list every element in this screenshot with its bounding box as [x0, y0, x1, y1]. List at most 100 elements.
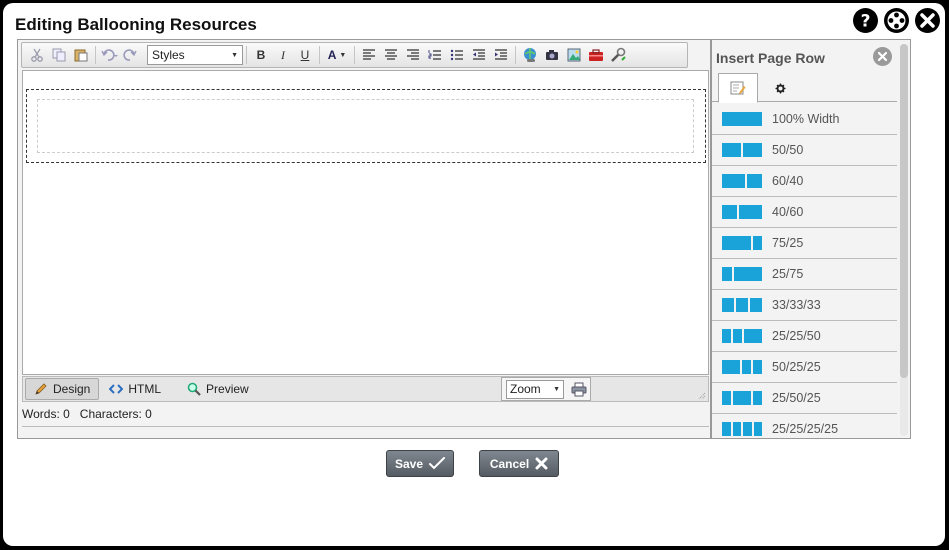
save-button-label: Save [394, 456, 424, 471]
row-layout-item[interactable]: 60/40 [712, 166, 897, 197]
row-layout-label: 60/40 [772, 174, 804, 188]
toolbar-separator [95, 46, 96, 64]
panel-scrollbar[interactable] [900, 44, 908, 436]
row-layout-item[interactable]: 50/50 [712, 135, 897, 166]
toolbar-separator [354, 46, 355, 64]
row-layout-item[interactable]: 25/75 [712, 259, 897, 290]
zoom-dropdown[interactable]: Zoom ▼ [506, 379, 564, 399]
font-color-button[interactable]: A ▼ [323, 45, 351, 65]
tab-html[interactable]: HTML [101, 378, 169, 400]
scrollbar-thumb[interactable] [900, 44, 908, 378]
indent-icon[interactable] [490, 45, 512, 65]
word-count: Words: 0 [22, 407, 70, 421]
styles-dropdown-value: Styles [152, 48, 185, 62]
toolbar-separator [246, 46, 247, 64]
panel-title: Insert Page Row [716, 50, 825, 66]
font-color-label: A [327, 48, 337, 62]
chevron-down-icon: ▼ [553, 385, 560, 393]
row-layout-item[interactable]: 100% Width [712, 104, 897, 135]
print-icon[interactable] [568, 379, 590, 399]
align-center-icon[interactable] [380, 45, 402, 65]
insert-page-row-panel: Insert Page Row 100% Width 50/50 60/40 40/6… [711, 39, 911, 439]
rich-text-editor: Styles ▼ B I U A ▼ Design HTML Preview Z… [17, 39, 711, 439]
layout-preview-icon [722, 174, 762, 188]
tab-design-label: Design [53, 382, 91, 396]
insert-image-icon[interactable] [563, 45, 585, 65]
editor-toolbar: Styles ▼ B I U A ▼ [21, 42, 688, 68]
row-layout-label: 40/60 [772, 205, 804, 219]
pencil-icon [35, 383, 47, 395]
dialog-title: Editing Ballooning Resources [15, 15, 257, 34]
cancel-button[interactable]: Cancel [479, 450, 559, 477]
editor-mode-bar: Design HTML Preview Zoom ▼ [22, 376, 709, 402]
layout-preview-icon [722, 143, 762, 157]
row-layout-label: 75/25 [772, 236, 804, 250]
camera-icon[interactable] [541, 45, 563, 65]
toolbox-icon[interactable] [585, 45, 607, 65]
panel-close-icon[interactable] [873, 47, 892, 66]
copy-icon[interactable] [48, 45, 70, 65]
row-layout-item[interactable]: 40/60 [712, 197, 897, 228]
row-layout-item[interactable]: 25/25/25/25 [712, 414, 897, 438]
row-layout-item[interactable]: 50/25/25 [712, 352, 897, 383]
row-layout-list: 100% Width 50/50 60/40 40/60 75/25 25/75 33/33… [712, 104, 897, 438]
layout-preview-icon [722, 205, 762, 219]
align-right-icon[interactable] [402, 45, 424, 65]
gear-icon [775, 83, 785, 93]
row-layout-label: 25/50/25 [772, 391, 821, 405]
row-layout-label: 25/25/50 [772, 329, 821, 343]
row-layout-label: 25/25/25/25 [772, 422, 839, 436]
layout-preview-icon [722, 329, 762, 343]
layout-preview-icon [722, 267, 762, 281]
ordered-list-icon[interactable] [424, 45, 446, 65]
status-divider [22, 426, 709, 427]
row-layout-item[interactable]: 75/25 [712, 228, 897, 259]
italic-button[interactable]: I [272, 45, 294, 65]
layout-preview-icon [722, 391, 762, 405]
layout-preview-icon [722, 422, 762, 436]
paste-icon[interactable] [70, 45, 92, 65]
row-layout-label: 100% Width [772, 112, 840, 126]
svg-text:?: ? [861, 12, 871, 32]
tab-preview[interactable]: Preview [179, 378, 257, 400]
row-layout-item[interactable]: 25/25/50 [712, 321, 897, 352]
tools-icon[interactable] [607, 45, 629, 65]
resize-grip-icon[interactable] [696, 389, 706, 400]
page-row-cell[interactable] [37, 99, 694, 153]
tab-layouts[interactable] [718, 73, 758, 103]
close-icon[interactable] [915, 8, 940, 33]
styles-dropdown[interactable]: Styles ▼ [147, 45, 243, 65]
row-layout-label: 50/50 [772, 143, 804, 157]
cancel-button-label: Cancel [489, 456, 530, 471]
save-button[interactable]: Save [386, 450, 454, 477]
undo-icon[interactable] [99, 45, 121, 65]
row-layout-item[interactable]: 25/50/25 [712, 383, 897, 414]
align-left-icon[interactable] [358, 45, 380, 65]
help-icon[interactable]: ? [853, 8, 878, 33]
tab-html-label: HTML [128, 382, 162, 396]
cut-icon[interactable] [26, 45, 48, 65]
redo-icon[interactable] [121, 45, 143, 65]
layout-edit-icon [730, 81, 746, 95]
page-row-block[interactable] [26, 89, 706, 163]
chevron-down-icon: ▼ [231, 51, 238, 59]
row-layout-label: 50/25/25 [772, 360, 821, 374]
unordered-list-icon[interactable] [446, 45, 468, 65]
move-icon[interactable] [884, 8, 909, 33]
layout-preview-icon [722, 112, 762, 126]
tab-design[interactable]: Design [25, 378, 100, 400]
row-layout-item[interactable]: 33/33/33 [712, 290, 897, 321]
layout-preview-icon [722, 298, 762, 312]
tab-preview-label: Preview [206, 382, 249, 396]
cancel-x-icon [535, 457, 548, 470]
layout-preview-icon [722, 360, 762, 374]
underline-button[interactable]: U [294, 45, 316, 65]
layout-preview-icon [722, 236, 762, 250]
bold-button[interactable]: B [250, 45, 272, 65]
insert-link-icon[interactable] [519, 45, 541, 65]
zoom-dropdown-value: Zoom [510, 382, 541, 396]
editor-content-area[interactable] [22, 70, 709, 375]
tab-settings[interactable] [760, 73, 800, 103]
magnifier-icon [187, 382, 201, 396]
outdent-icon[interactable] [468, 45, 490, 65]
